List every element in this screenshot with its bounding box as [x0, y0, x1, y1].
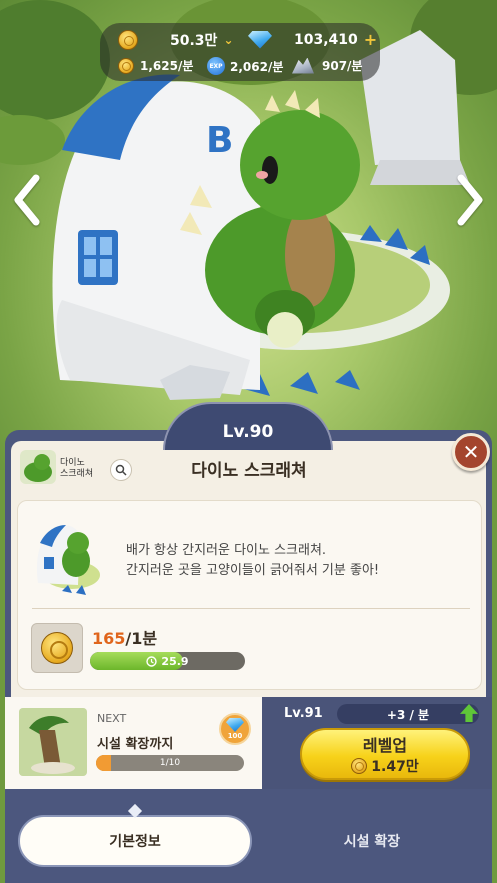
facility-info-card: 배가 항상 간지러운 다이노 스크래쳐. 간지러운 곳을 고양이들이 긁어줘서 … — [17, 500, 482, 690]
coin-rate: 1,625/분 — [118, 57, 193, 74]
level-up-button[interactable]: 레벨업 1.47만 — [300, 728, 470, 780]
gem-icon — [226, 718, 244, 732]
rate-bonus: +3 / 분 — [337, 704, 479, 724]
stone-rate-value: 907/분 — [322, 59, 363, 73]
level-up-cost: 1.47만 — [351, 756, 419, 776]
gem-amount: 103,410 — [294, 31, 358, 48]
level-tab: Lv.90 — [163, 402, 333, 450]
rate-bonus-value: +3 / 분 — [386, 707, 430, 722]
divider — [32, 608, 470, 609]
tab-basic-info-label: 기본정보 — [109, 834, 161, 850]
gem-reward-amount: 100 — [227, 732, 243, 740]
coin-icon — [41, 632, 73, 664]
coin-rate-value: 1,625/분 — [140, 59, 194, 73]
chevron-down-icon[interactable]: ⌄ — [223, 33, 233, 47]
tab-expand-label: 시설 확장 — [343, 834, 401, 850]
bottom-tabs: 기본정보 시설 확장 — [5, 800, 492, 883]
chevron-left-icon — [14, 174, 40, 226]
facility-image — [36, 525, 100, 595]
next-facility-button[interactable] — [453, 172, 487, 228]
timer-value: 25.9 — [161, 654, 189, 668]
tab-basic-info[interactable]: 기본정보 — [18, 815, 252, 867]
level-up-cost-value: 1.47만 — [371, 759, 419, 775]
gem-counter[interactable]: 103,410 + — [248, 30, 377, 49]
add-gem-button[interactable]: + — [364, 30, 377, 49]
chevron-right-icon — [457, 174, 483, 226]
production-value: 165 — [92, 629, 126, 648]
exp-icon: EXP — [207, 57, 225, 75]
stone-icon — [292, 57, 314, 74]
coin-counter[interactable]: 50.3만 ⌄ — [118, 30, 234, 50]
facility-title: 다이노 스크래쳐 — [191, 461, 307, 481]
stone-rate: 907/분 — [292, 57, 362, 74]
prev-facility-button[interactable] — [10, 172, 44, 228]
facility-description: 배가 항상 간지러운 다이노 스크래쳐. 간지러운 곳을 고양이들이 긁어줘서 … — [126, 541, 379, 581]
coin-icon — [351, 758, 368, 774]
coin-amount: 50.3만 — [170, 33, 218, 49]
next-title: 시설 확장까지 — [97, 737, 174, 752]
svg-text:B: B — [206, 120, 233, 161]
exp-rate: EXP 2,062/분 — [207, 57, 283, 75]
next-label: NEXT — [97, 712, 127, 725]
timer-label: 25.9 — [90, 652, 245, 670]
production-rate: 165/1분 — [92, 625, 157, 649]
level-up-label: 레벨업 — [362, 736, 408, 755]
expansion-progress-bar: 1/10 — [96, 755, 244, 771]
description-line: 배가 항상 간지러운 다이노 스크래쳐. — [126, 543, 327, 558]
exp-rate-value: 2,062/분 — [230, 59, 284, 74]
next-facility-thumbnail[interactable] — [19, 708, 87, 776]
tab-expand[interactable]: 시설 확장 — [265, 815, 479, 867]
facility-level: Lv.90 — [222, 422, 274, 442]
gem-reward-badge: 100 — [219, 713, 251, 745]
production-timer-bar: 25.9 — [90, 652, 245, 670]
clock-icon — [146, 655, 158, 667]
facility-header: 다이노 스크래쳐 다이노 스크래쳐 — [18, 448, 480, 490]
production-unit: /1분 — [125, 629, 158, 648]
progress-label: 1/10 — [159, 758, 181, 768]
next-level: Lv.91 — [284, 706, 323, 721]
coin-icon — [118, 57, 134, 74]
production-icon-box — [31, 623, 83, 673]
level-up-section: Lv.91 +3 / 분 레벨업 1.47만 — [262, 697, 492, 789]
gem-icon — [248, 30, 272, 49]
coin-icon — [118, 30, 138, 50]
description-line: 간지러운 곳을 고양이들이 긁어줘서 기분 좋아! — [126, 563, 380, 578]
